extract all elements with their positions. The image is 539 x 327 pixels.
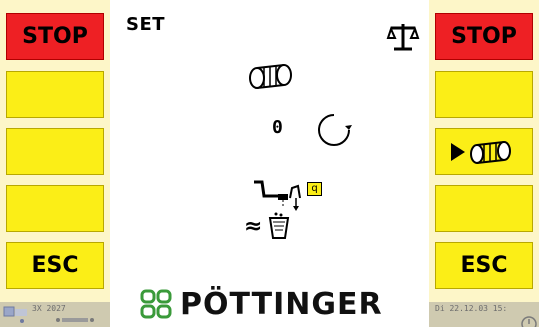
right-status-text: Di 22.12.03 15: bbox=[435, 304, 508, 313]
softkey-right-4[interactable] bbox=[435, 185, 533, 232]
scale-icon[interactable] bbox=[386, 22, 420, 52]
left-softkey-panel: STOP ESC 3X 2027 bbox=[0, 0, 110, 327]
esc-button[interactable]: ESC bbox=[6, 242, 104, 289]
clock-icon bbox=[521, 316, 537, 327]
softkey-left-3[interactable] bbox=[6, 128, 104, 175]
progress-indicator-icon bbox=[56, 318, 94, 322]
brand-logo: PÖTTINGER bbox=[140, 286, 383, 322]
esc-button-right[interactable]: ESC bbox=[435, 242, 533, 289]
play-bale-icon bbox=[451, 140, 511, 164]
device-status-icon bbox=[3, 306, 27, 323]
bucket-icon bbox=[268, 212, 290, 239]
rotate-icon[interactable] bbox=[316, 112, 352, 148]
main-display: SET 0 q ≈ PÖTTINGER bbox=[110, 0, 429, 327]
left-status-bar: 3X 2027 bbox=[0, 302, 110, 327]
stop-button[interactable]: STOP bbox=[6, 13, 104, 60]
brand-mark-icon bbox=[140, 289, 172, 319]
quantity-label: q bbox=[307, 182, 322, 196]
bale-icon bbox=[249, 64, 292, 89]
page-title: SET bbox=[126, 14, 166, 35]
brand-name: PÖTTINGER bbox=[180, 286, 383, 322]
counter-value: 0 bbox=[272, 117, 283, 138]
softkey-left-2[interactable] bbox=[6, 71, 104, 118]
play-icon bbox=[451, 142, 465, 161]
start-bale-button[interactable] bbox=[435, 128, 533, 175]
softkey-left-4[interactable] bbox=[6, 185, 104, 232]
approx-symbol: ≈ bbox=[244, 214, 263, 239]
stop-button-right[interactable]: STOP bbox=[435, 13, 533, 60]
right-softkey-panel: STOP ESC Di 22.12.03 15: bbox=[429, 0, 539, 327]
right-status-bar: Di 22.12.03 15: bbox=[429, 302, 539, 327]
softkey-right-2[interactable] bbox=[435, 71, 533, 118]
left-status-text: 3X 2027 bbox=[32, 304, 66, 313]
